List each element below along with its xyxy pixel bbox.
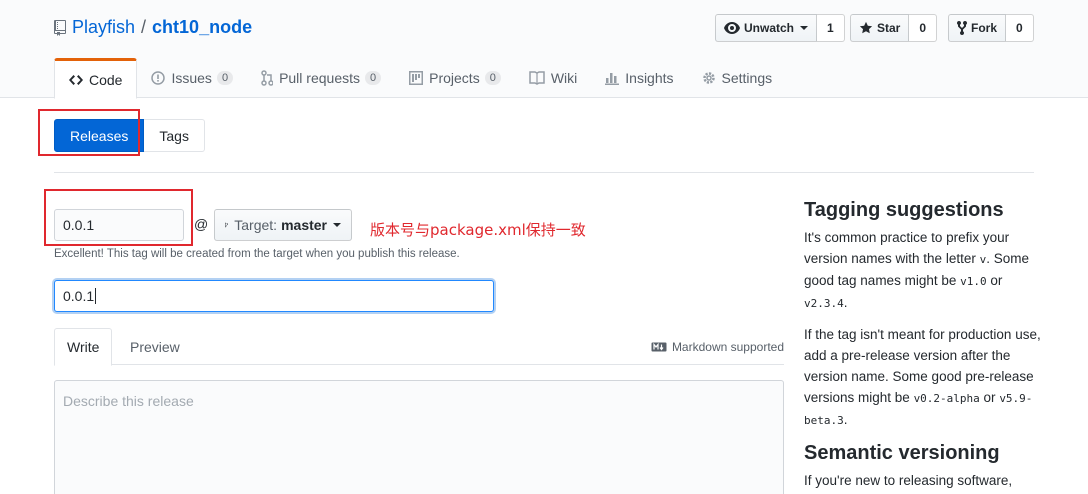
- target-branch-name: master: [281, 217, 327, 233]
- tab-pull-requests[interactable]: Pull requests 0: [247, 58, 395, 98]
- tab-code[interactable]: Code: [54, 58, 138, 99]
- sidebar-heading-semver: Semantic versioning: [804, 442, 1000, 464]
- tab-settings[interactable]: Settings: [688, 58, 787, 98]
- at-sign: @: [194, 216, 209, 232]
- star-label: Star: [877, 21, 901, 35]
- watch-count[interactable]: 1: [817, 14, 845, 42]
- pull-requests-counter: 0: [365, 71, 382, 85]
- star-count[interactable]: 0: [909, 14, 938, 42]
- highlight-box-releases: [38, 109, 140, 156]
- fork-icon: [957, 20, 967, 36]
- star-icon: [859, 21, 873, 34]
- repo-header: Playfish / cht10_node Unwatch 1 Star 0 F…: [0, 0, 1088, 99]
- book-icon: [529, 71, 545, 85]
- fork-button[interactable]: Fork: [948, 14, 1007, 42]
- tab-pull-requests-label: Pull requests: [279, 70, 360, 86]
- tab-issues[interactable]: Issues 0: [137, 58, 247, 98]
- text-caret: [95, 288, 97, 304]
- tab-insights[interactable]: Insights: [591, 58, 687, 98]
- description-placeholder: Describe this release: [63, 393, 194, 409]
- eye-icon: [724, 22, 740, 34]
- p1-code-3: v2.3.4: [804, 297, 844, 310]
- write-tab[interactable]: Write: [54, 328, 113, 366]
- annotation-text: 版本号与package.xml保持一致: [370, 221, 586, 239]
- unwatch-button[interactable]: Unwatch: [715, 14, 818, 42]
- tab-projects[interactable]: Projects 0: [395, 58, 515, 98]
- issues-counter: 0: [216, 71, 234, 85]
- tab-issues-label: Issues: [171, 70, 212, 86]
- divider: [54, 172, 1034, 173]
- sidebar-paragraph-2: If the tag isn't meant for production us…: [804, 324, 1044, 431]
- release-title-value: 0.0.1: [63, 288, 95, 304]
- p1-code-2: v1.0: [960, 275, 987, 288]
- star-button[interactable]: Star: [850, 14, 910, 42]
- highlight-box-tag: [44, 189, 193, 246]
- p1-text-a: It's common practice to prefix your vers…: [804, 230, 1010, 266]
- p2-text-b: or: [979, 390, 1000, 405]
- tab-wiki-label: Wiki: [550, 70, 578, 86]
- tagging-suggestions-sidebar: Tagging suggestions It's common practice…: [804, 198, 1044, 494]
- repo-owner-link[interactable]: Playfish: [72, 17, 135, 38]
- p2-code-1: v0.2-alpha: [913, 392, 980, 405]
- watch-group: Unwatch 1: [715, 14, 845, 42]
- tab-projects-label: Projects: [429, 70, 480, 86]
- p2-text-c: .: [843, 412, 848, 427]
- gear-icon: [702, 72, 715, 84]
- fork-group: Fork 0: [948, 14, 1034, 42]
- repo-separator: /: [141, 17, 147, 37]
- markdown-icon: [651, 342, 667, 352]
- branch-icon: [225, 222, 229, 228]
- tab-code-label: Code: [89, 71, 123, 88]
- repo-nav: Code Issues 0 Pull requests 0 Projects 0…: [54, 58, 787, 99]
- issue-icon: [151, 71, 166, 85]
- repo-title: Playfish / cht10_node: [54, 17, 252, 38]
- project-icon: [409, 71, 424, 85]
- fork-label: Fork: [971, 21, 998, 35]
- graph-icon: [605, 73, 620, 85]
- markdown-supported-link[interactable]: Markdown supported: [651, 340, 784, 354]
- p1-text-c: or: [986, 273, 1003, 288]
- unwatch-label: Unwatch: [744, 21, 795, 35]
- repo-name-link[interactable]: cht10_node: [152, 17, 252, 38]
- sidebar-heading-tagging: Tagging suggestions: [804, 199, 1004, 221]
- code-icon: [69, 74, 83, 85]
- sidebar-paragraph-3: If you're new to releasing software,: [804, 473, 1013, 488]
- pull-request-icon: [261, 70, 274, 86]
- repo-icon: [54, 19, 66, 36]
- sidebar-paragraph-1: It's common practice to prefix your vers…: [804, 227, 1044, 314]
- chevron-down-icon: [800, 26, 809, 30]
- editor-tabs: Write Preview Markdown supported: [54, 328, 784, 366]
- projects-counter: 0: [484, 71, 501, 85]
- release-title-input[interactable]: 0.0.1: [54, 280, 494, 312]
- p1-text-d: .: [843, 295, 848, 310]
- markdown-label: Markdown supported: [671, 340, 784, 354]
- tab-insights-label: Insights: [625, 70, 674, 86]
- release-description-textarea[interactable]: Describe this release: [54, 380, 784, 494]
- fork-count[interactable]: 0: [1006, 14, 1034, 42]
- tags-tab[interactable]: Tags: [144, 119, 205, 152]
- tab-wiki[interactable]: Wiki: [515, 58, 591, 98]
- preview-tab[interactable]: Preview: [118, 328, 192, 365]
- star-group: Star 0: [850, 14, 938, 42]
- chevron-down-icon: [333, 223, 341, 227]
- tag-note: Excellent! This tag will be created from…: [54, 248, 460, 260]
- target-branch-select[interactable]: Target: master: [214, 209, 352, 241]
- tab-settings-label: Settings: [721, 70, 773, 86]
- target-prefix: Target:: [234, 217, 278, 233]
